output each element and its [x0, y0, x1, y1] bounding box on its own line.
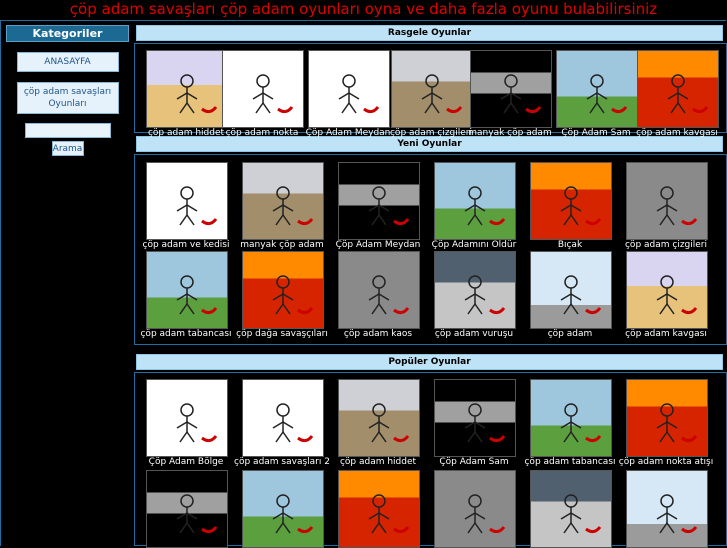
- stickman-icon: [272, 494, 314, 534]
- stickman-icon: [560, 494, 602, 534]
- stickman-icon: [272, 403, 314, 443]
- stickman-icon: [272, 186, 314, 226]
- stickman-icon: [272, 275, 314, 315]
- game-thumbnail[interactable]: [146, 162, 228, 240]
- stickman-icon: [560, 403, 602, 443]
- stickman-icon: [464, 186, 506, 226]
- game-thumbnail[interactable]: [530, 251, 612, 329]
- stickman-icon: [586, 74, 628, 114]
- game-caption[interactable]: çöp dağa savaşçıları: [234, 329, 330, 340]
- stickman-icon: [560, 275, 602, 315]
- sidebar: Kategoriler ANASAYFA çöp adam savaşları …: [6, 25, 129, 156]
- game-thumbnail[interactable]: [146, 251, 228, 329]
- stickman-icon: [176, 494, 218, 534]
- category-link-stickman-wars[interactable]: çöp adam savaşları Oyunları: [16, 82, 119, 114]
- game-thumbnail[interactable]: [626, 470, 708, 548]
- game-thumbnail[interactable]: [470, 50, 552, 128]
- popular-games-header: Popüler Oyunlar: [136, 354, 723, 370]
- game-caption[interactable]: çöp adam çizgileri: [618, 240, 714, 251]
- game-thumbnail[interactable]: [434, 251, 516, 329]
- stickman-icon: [421, 74, 463, 114]
- game-thumbnail[interactable]: [242, 251, 324, 329]
- game-thumbnail[interactable]: [242, 470, 324, 548]
- game-thumbnail[interactable]: [338, 379, 420, 457]
- game-caption[interactable]: Çöp Adam Meydan: [330, 240, 426, 251]
- game-thumbnail[interactable]: [434, 379, 516, 457]
- game-caption[interactable]: Çöp Adam Meydan: [300, 128, 396, 139]
- random-games-header: Rasgele Oyunlar: [136, 25, 723, 41]
- stickman-icon: [656, 494, 698, 534]
- stickman-icon: [464, 275, 506, 315]
- game-thumbnail[interactable]: [530, 162, 612, 240]
- stickman-icon: [667, 74, 709, 114]
- stickman-icon: [368, 275, 410, 315]
- game-caption[interactable]: çöp adam ve kedisi: [138, 240, 234, 251]
- game-thumbnail[interactable]: [242, 162, 324, 240]
- stickman-icon: [368, 494, 410, 534]
- game-caption[interactable]: çöp adam nokta atışı: [618, 457, 714, 468]
- stickman-icon: [338, 74, 380, 114]
- game-thumbnail[interactable]: [222, 50, 304, 128]
- game-thumbnail[interactable]: [637, 50, 719, 128]
- game-thumbnail[interactable]: [338, 470, 420, 548]
- stickman-icon: [560, 186, 602, 226]
- game-caption[interactable]: çöp adam kaos: [330, 329, 426, 340]
- game-thumbnail[interactable]: [146, 379, 228, 457]
- stickman-icon: [368, 403, 410, 443]
- game-caption[interactable]: çöp adam hiddet: [330, 457, 426, 468]
- game-caption[interactable]: çöp adam vuruşu: [426, 329, 522, 340]
- stickman-icon: [656, 275, 698, 315]
- game-thumbnail[interactable]: [146, 470, 228, 548]
- game-thumbnail[interactable]: [556, 50, 638, 128]
- game-caption[interactable]: manyak çöp adam: [234, 240, 330, 251]
- game-thumbnail[interactable]: [146, 50, 228, 128]
- stickman-icon: [176, 275, 218, 315]
- stickman-icon: [176, 74, 218, 114]
- game-thumbnail[interactable]: [338, 162, 420, 240]
- stickman-icon: [656, 403, 698, 443]
- game-thumbnail[interactable]: [308, 50, 390, 128]
- game-thumbnail[interactable]: [530, 379, 612, 457]
- stickman-icon: [464, 403, 506, 443]
- stickman-icon: [464, 494, 506, 534]
- game-thumbnail[interactable]: [530, 470, 612, 548]
- stickman-icon: [368, 186, 410, 226]
- game-thumbnail[interactable]: [626, 379, 708, 457]
- game-caption[interactable]: Bıçak: [522, 240, 618, 251]
- game-caption[interactable]: manyak çöp adam: [462, 128, 558, 139]
- game-caption[interactable]: Çöp Adam Bölge: [138, 457, 234, 468]
- game-caption[interactable]: çöp adam kavgası: [629, 128, 725, 139]
- game-thumbnail[interactable]: [242, 379, 324, 457]
- search-input[interactable]: [24, 123, 111, 138]
- game-thumbnail[interactable]: [626, 162, 708, 240]
- game-thumbnail[interactable]: [338, 251, 420, 329]
- game-caption[interactable]: çöp adam kavgası: [618, 329, 714, 340]
- game-thumbnail[interactable]: [391, 50, 473, 128]
- game-caption[interactable]: çöp adam nokta: [214, 128, 310, 139]
- game-caption[interactable]: çöp adam tabancası: [522, 457, 618, 468]
- stickman-icon: [252, 74, 294, 114]
- game-caption[interactable]: çöp adam tabancası: [138, 329, 234, 340]
- game-caption[interactable]: Çöp Adam Sam: [426, 457, 522, 468]
- site-title: çöp adam savaşları çöp adam oyunları oyn…: [69, 0, 658, 18]
- categories-header: Kategoriler: [6, 25, 129, 42]
- home-link[interactable]: ANASAYFA: [16, 52, 119, 72]
- game-thumbnail[interactable]: [626, 251, 708, 329]
- game-caption[interactable]: çöp adam: [522, 329, 618, 340]
- search-button[interactable]: Arama: [51, 141, 84, 156]
- game-thumbnail[interactable]: [434, 162, 516, 240]
- stickman-icon: [176, 186, 218, 226]
- stickman-icon: [656, 186, 698, 226]
- game-caption[interactable]: Çöp Adamını Öldür: [426, 240, 522, 251]
- stickman-icon: [176, 403, 218, 443]
- game-caption[interactable]: çöp adam savaşları 2: [234, 457, 330, 468]
- stickman-icon: [500, 74, 542, 114]
- game-thumbnail[interactable]: [434, 470, 516, 548]
